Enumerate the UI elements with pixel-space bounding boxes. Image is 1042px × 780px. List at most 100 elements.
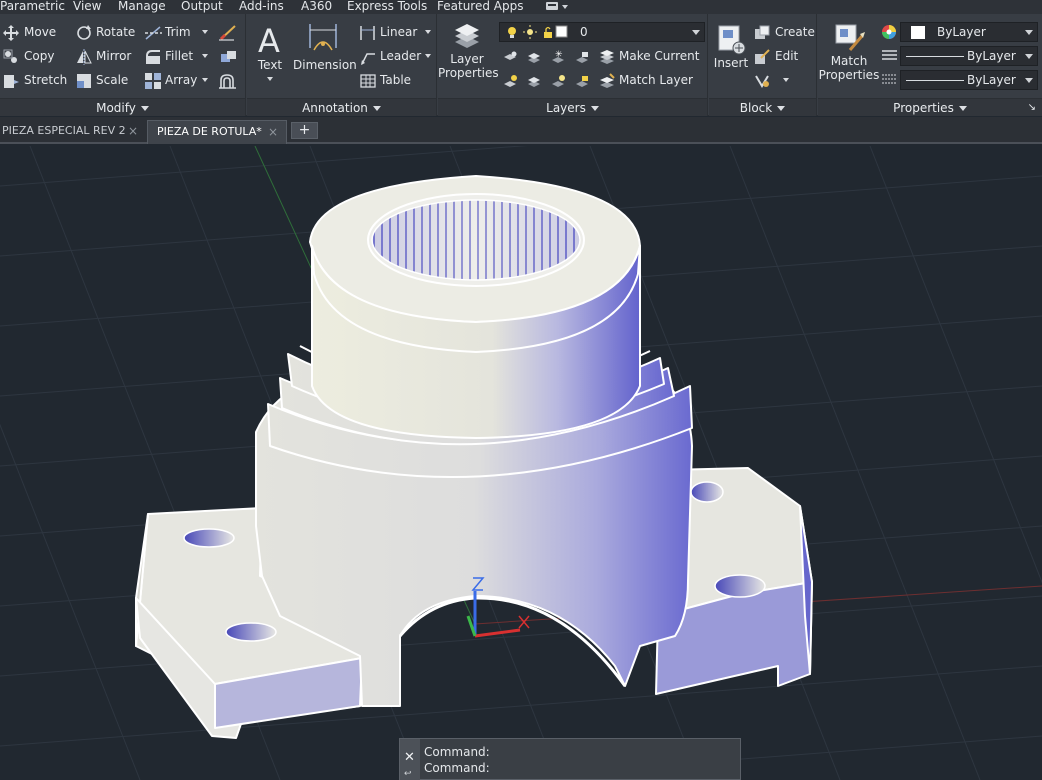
edit-block-icon	[755, 49, 770, 64]
mirror-icon	[77, 49, 92, 65]
block-attribute-dropdown-icon[interactable]	[783, 78, 789, 82]
block-expand-icon	[777, 106, 786, 111]
tab-a360[interactable]: A360	[301, 0, 332, 13]
command-history-line: Command:	[424, 745, 490, 759]
document-tab-pieza-especial[interactable]: PIEZA ESPECIAL REV 2 ×	[0, 120, 146, 144]
properties-dialog-launcher-icon[interactable]: ↘	[1028, 99, 1036, 117]
tab-add-ins[interactable]: Add-ins	[239, 0, 284, 13]
layer-tools-row1: ✳	[502, 46, 592, 66]
insert-block-icon	[718, 25, 746, 55]
block-panel: Insert Create Edit Block	[709, 14, 817, 116]
command-line-sidebar: ✕ ↩	[400, 739, 420, 780]
layer-state-icons	[508, 25, 568, 39]
lineweight-icon	[882, 74, 897, 84]
dimension-button[interactable]: Dimension	[293, 22, 357, 72]
explode-icon	[221, 51, 236, 62]
create-block-icon	[755, 25, 770, 39]
document-tab-pieza-de-rotula[interactable]: PIEZA DE ROTULA* ×	[147, 120, 287, 144]
layer-lock-icon	[576, 52, 588, 63]
new-tab-button[interactable]: +	[291, 122, 318, 139]
match-properties-button[interactable]: Match Properties	[818, 22, 880, 82]
layer-tools-row2	[502, 70, 592, 90]
trim-dropdown-icon[interactable]	[202, 30, 208, 34]
text-dropdown-icon[interactable]	[267, 77, 273, 81]
trim-icon	[145, 26, 162, 40]
flange-hole	[690, 481, 724, 503]
fillet-icon	[146, 50, 160, 64]
dimension-icon	[309, 24, 337, 51]
modify-panel: Move Rotate Trim Copy Mirror Fillet Stre…	[0, 14, 246, 116]
rotula-3d-model	[135, 175, 813, 739]
flange-hole	[714, 574, 766, 598]
layer-thaw-icon	[552, 75, 565, 87]
tab-output[interactable]: Output	[181, 0, 223, 13]
array-icon	[145, 73, 161, 89]
document-tab-bar: PIEZA ESPECIAL REV 2 × PIEZA DE ROTULA* …	[0, 117, 1042, 144]
properties-expand-icon	[958, 106, 967, 111]
lineweight-dropdown[interactable]: ByLayer	[900, 70, 1038, 90]
linear-dropdown-icon[interactable]	[425, 30, 431, 34]
model-viewport[interactable]	[0, 146, 1042, 780]
drawing-canvas[interactable]	[0, 146, 1042, 780]
tab-featured-apps[interactable]: Featured Apps	[437, 0, 523, 13]
move-icon	[3, 25, 19, 41]
linetype-icon	[882, 50, 897, 60]
leader-icon	[361, 53, 375, 65]
color-dropdown[interactable]: ByLayer	[900, 22, 1038, 42]
block-panel-title[interactable]: Block	[709, 98, 816, 116]
close-tab-icon[interactable]: ×	[268, 121, 278, 143]
text-icon: A	[258, 22, 280, 58]
svg-text:A: A	[258, 22, 280, 58]
modify-panel-title[interactable]: Modify	[0, 98, 245, 116]
table-icon	[360, 74, 376, 88]
ribbon-tab-bar: Parametric View Manage Output Add-ins A3…	[0, 0, 1042, 14]
layer-dropdown[interactable]: 0	[499, 22, 705, 42]
layer-unisolate-icon	[528, 77, 540, 87]
tab-view[interactable]: View	[73, 0, 101, 13]
properties-panel: Match Properties ByLayer ByLayer ByLayer	[818, 14, 1042, 116]
ribbon: Move Rotate Trim Copy Mirror Fillet Stre…	[0, 14, 1042, 116]
command-history-line: Command:	[424, 761, 490, 775]
match-layer-icon	[600, 73, 615, 88]
leader-dropdown-icon[interactable]	[425, 54, 431, 58]
ribbon-display-toggle-icon[interactable]	[544, 0, 570, 13]
ucs-x-label	[518, 615, 530, 629]
layer-on-icon	[504, 75, 517, 87]
command-line-window[interactable]: ✕ ↩ Command: Command:	[399, 738, 741, 780]
close-icon[interactable]: ✕	[404, 751, 415, 764]
color-swatch	[911, 26, 925, 39]
modify-expand-icon	[140, 106, 149, 111]
annotation-panel-title[interactable]: Annotation	[247, 98, 436, 116]
rotate-icon	[77, 25, 91, 40]
array-dropdown-icon[interactable]	[202, 78, 208, 82]
close-tab-icon[interactable]: ×	[128, 120, 138, 142]
match-properties-icon	[835, 24, 865, 51]
layer-freeze-icon: ✳	[552, 50, 564, 63]
stretch-icon	[4, 75, 19, 88]
layer-off-icon	[504, 51, 517, 60]
erase-icon	[219, 25, 236, 41]
fillet-dropdown-icon[interactable]	[202, 54, 208, 58]
properties-panel-title[interactable]: Properties ↘	[818, 98, 1042, 116]
layers-panel: Layer Properties 0 ✳ Make Current Match …	[438, 14, 708, 116]
insert-button[interactable]: Insert	[711, 22, 751, 70]
tab-parametric[interactable]: Parametric	[0, 0, 65, 13]
tab-manage[interactable]: Manage	[118, 0, 166, 13]
scale-icon	[77, 74, 91, 88]
customize-icon[interactable]: ↩	[404, 769, 412, 779]
layer-properties-icon	[455, 24, 479, 48]
block-attribute-icon	[755, 75, 769, 88]
layer-dropdown-arrow-icon	[692, 30, 700, 35]
offset-icon	[219, 74, 236, 89]
linetype-dropdown[interactable]: ByLayer	[900, 46, 1038, 66]
layer-unlock-icon	[576, 76, 588, 87]
layer-isolate-icon	[528, 53, 540, 63]
layers-panel-title[interactable]: Layers	[438, 98, 707, 116]
annotation-panel: A Text Dimension Linear Leader Table Ann…	[247, 14, 437, 116]
flange-hole	[183, 528, 235, 548]
layer-properties-button[interactable]: Layer Properties	[438, 22, 499, 80]
linear-dimension-icon	[360, 26, 375, 40]
text-button[interactable]: A Text	[253, 22, 287, 86]
layers-expand-icon	[590, 106, 599, 111]
tab-express-tools[interactable]: Express Tools	[347, 0, 427, 13]
